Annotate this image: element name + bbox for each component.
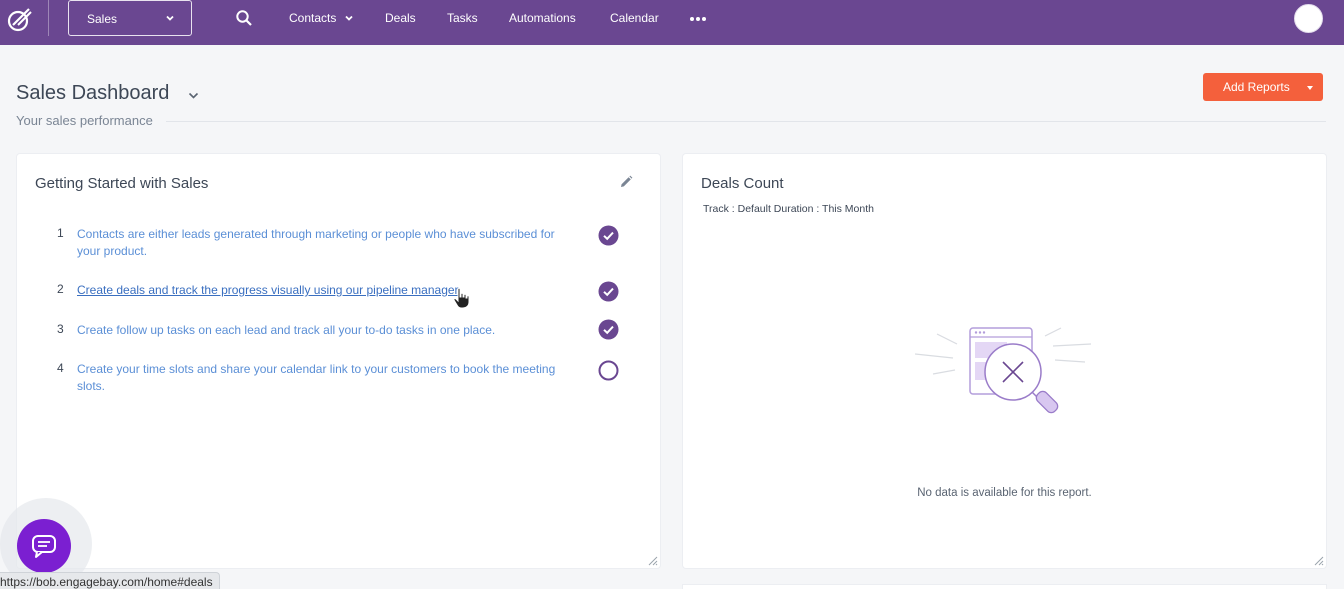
getting-started-card: Getting Started with Sales 1 Contacts ar…	[17, 154, 660, 568]
resize-handle-icon[interactable]	[646, 554, 658, 566]
step-link[interactable]: Create deals and track the progress visu…	[77, 282, 577, 299]
deals-count-filter: Track : Default Duration : This Month	[703, 203, 874, 215]
add-reports-button[interactable]: Add Reports	[1203, 73, 1323, 101]
add-reports-label: Add Reports	[1223, 80, 1290, 94]
step-number: 2	[57, 282, 64, 296]
check-circle-icon	[598, 281, 619, 302]
header-divider	[166, 121, 1326, 122]
module-select-label: Sales	[87, 12, 118, 26]
logo-divider	[48, 0, 49, 36]
dashboard-switch-chevron-icon[interactable]	[187, 89, 200, 102]
resize-handle-icon[interactable]	[1312, 554, 1324, 566]
getting-started-title: Getting Started with Sales	[35, 175, 209, 192]
check-circle-icon	[598, 225, 619, 246]
empty-circle-icon	[598, 360, 619, 381]
nav-automations[interactable]: Automations	[509, 11, 576, 25]
chevron-down-icon	[166, 15, 174, 21]
chat-widget-button[interactable]	[17, 519, 71, 573]
step-number: 1	[57, 226, 64, 240]
chat-bubble-icon	[32, 535, 56, 558]
check-circle-icon	[598, 319, 619, 340]
more-horizontal-icon[interactable]	[689, 16, 707, 22]
hand-pointer-cursor-icon	[453, 287, 470, 309]
top-navbar: Sales Contacts Deals Tasks Automations C…	[0, 0, 1344, 45]
nav-deals[interactable]: Deals	[385, 11, 416, 25]
deals-count-title: Deals Count	[701, 175, 784, 192]
caret-down-icon	[1307, 86, 1313, 90]
nav-calendar[interactable]: Calendar	[610, 11, 659, 25]
page-subtitle: Your sales performance	[16, 113, 153, 128]
step-text[interactable]: Create follow up tasks on each lead and …	[77, 322, 577, 339]
nav-contacts-label: Contacts	[289, 11, 337, 25]
next-card-top-edge	[683, 585, 1326, 589]
step-number: 4	[57, 361, 64, 375]
deals-count-card: Deals Count Track : Default Duration : T…	[683, 154, 1326, 568]
step-number: 3	[57, 322, 64, 336]
search-icon[interactable]	[235, 9, 253, 27]
no-data-magnifier-icon	[915, 327, 1091, 414]
pencil-icon[interactable]	[619, 175, 633, 189]
status-bar-url: https://bob.engagebay.com/home#deals	[0, 572, 220, 589]
step-text[interactable]: Contacts are either leads generated thro…	[77, 226, 577, 260]
nav-tasks[interactable]: Tasks	[447, 11, 478, 25]
module-select[interactable]: Sales	[68, 0, 192, 36]
engagebay-logo-icon[interactable]	[4, 3, 36, 35]
step-text[interactable]: Create your time slots and share your ca…	[77, 361, 577, 395]
page-title: Sales Dashboard	[16, 82, 170, 104]
empty-report-text: No data is available for this report.	[917, 487, 1092, 499]
chevron-down-icon	[345, 15, 353, 21]
nav-contacts[interactable]: Contacts	[289, 11, 354, 25]
user-avatar[interactable]	[1294, 4, 1323, 33]
